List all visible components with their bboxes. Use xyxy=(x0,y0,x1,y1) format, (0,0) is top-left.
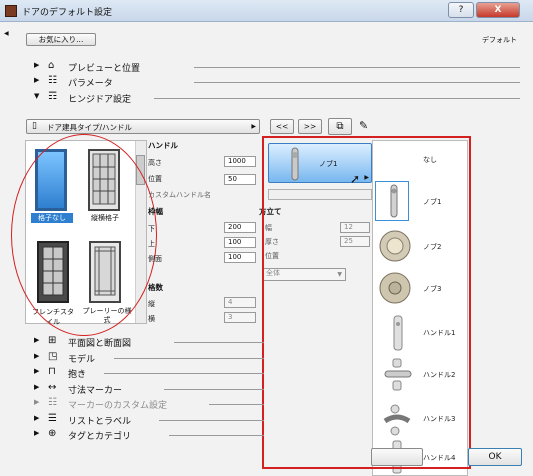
preview-icon: ⌂ xyxy=(48,60,55,71)
handle-position-field[interactable]: 50 xyxy=(224,174,256,185)
prev-page-button[interactable]: << xyxy=(270,119,294,134)
collapse-arrow-icon[interactable]: ◀ xyxy=(4,30,9,37)
preview-toggle-icon[interactable]: ⧉ xyxy=(328,118,352,135)
section-list[interactable]: ▶ ☰ リストとラベル xyxy=(34,413,264,427)
reveal-icon: ⊓ xyxy=(48,366,56,377)
section-dim[interactable]: ▶ ↔ 寸法マーカー xyxy=(34,382,264,396)
mullion-vertical-field[interactable]: 4 xyxy=(224,297,256,308)
plan-icon: ⊞ xyxy=(48,335,57,346)
dim-icon: ↔ xyxy=(48,382,57,393)
hinge-icon: ☶ xyxy=(48,91,57,102)
title-bar: ドアのデフォルト設定 ? X xyxy=(0,0,533,22)
frame-bottom-field[interactable]: 200 xyxy=(224,222,256,233)
section-hinge[interactable]: ▼ ☶ ヒンジドア設定 xyxy=(34,91,520,105)
frame-side-field[interactable]: 100 xyxy=(224,252,256,263)
handle-section-title: ハンドル xyxy=(148,141,178,150)
section-model[interactable]: ▶ ◳ モデル xyxy=(34,351,264,365)
door-type-icon: ▯ xyxy=(32,121,37,131)
section-tag[interactable]: ▶ ⊕ タグとカテゴリ xyxy=(34,428,264,442)
window-title: ドアのデフォルト設定 xyxy=(22,8,113,18)
handle-position-label: 位置 xyxy=(148,175,162,183)
model-icon: ◳ xyxy=(48,351,58,362)
ok-button[interactable]: OK xyxy=(468,448,522,466)
section-marker-custom[interactable]: ▶ ☷ マーカーのカスタム設定 xyxy=(34,397,264,411)
marker-icon: ☷ xyxy=(48,397,57,408)
frame-bottom-label: 下 xyxy=(148,225,155,233)
list-icon: ☰ xyxy=(48,413,57,424)
frame-top-label: 上 xyxy=(148,240,155,248)
tool-icon[interactable]: ✎ xyxy=(359,119,368,132)
favorites-button[interactable]: お気に入り... xyxy=(26,33,96,46)
next-page-button[interactable]: >> xyxy=(298,119,322,134)
tag-icon: ⊕ xyxy=(48,428,57,439)
mullion-section-title: 格数 xyxy=(148,283,163,292)
red-highlight-box xyxy=(262,136,471,469)
custom-handle-label: カスタムハンドル名 xyxy=(148,191,211,199)
red-ellipse-thumbnails xyxy=(11,134,157,336)
frame-section-title: 枠幅 xyxy=(148,207,163,216)
handle-height-field[interactable]: 1000 xyxy=(224,156,256,167)
gdl-dropdown[interactable]: ▯ ドア建具タイプ/ハンドル ▶ xyxy=(26,119,260,134)
dialog-body: ◀ お気に入り... デフォルト ▶ ⌂ プレビューと位置 ▶ ☷ パラメータ ▼ ☶ ヒン… xyxy=(0,22,533,476)
section-preview[interactable]: ▶ ⌂ プレビューと位置 xyxy=(34,60,520,74)
mullion-vertical-label: 縦 xyxy=(148,300,155,308)
section-plan[interactable]: ▶ ⊞ 平面図と断面図 xyxy=(34,335,264,349)
frame-side-label: 側面 xyxy=(148,255,162,263)
handle-height-label: 高さ xyxy=(148,159,162,167)
close-button[interactable]: X xyxy=(476,2,520,18)
dropdown-arrow-icon: ▶ xyxy=(251,123,256,130)
default-label: デフォルト xyxy=(482,36,517,44)
app-icon xyxy=(5,5,17,17)
section-params[interactable]: ▶ ☷ パラメータ xyxy=(34,75,520,89)
params-icon: ☷ xyxy=(48,75,57,86)
cancel-button[interactable] xyxy=(371,448,423,466)
mullion-horizontal-label: 横 xyxy=(148,315,155,323)
section-reveal[interactable]: ▶ ⊓ 抱き xyxy=(34,366,264,380)
mullion-horizontal-field[interactable]: 3 xyxy=(224,312,256,323)
help-button[interactable]: ? xyxy=(448,2,474,18)
frame-top-field[interactable]: 100 xyxy=(224,237,256,248)
